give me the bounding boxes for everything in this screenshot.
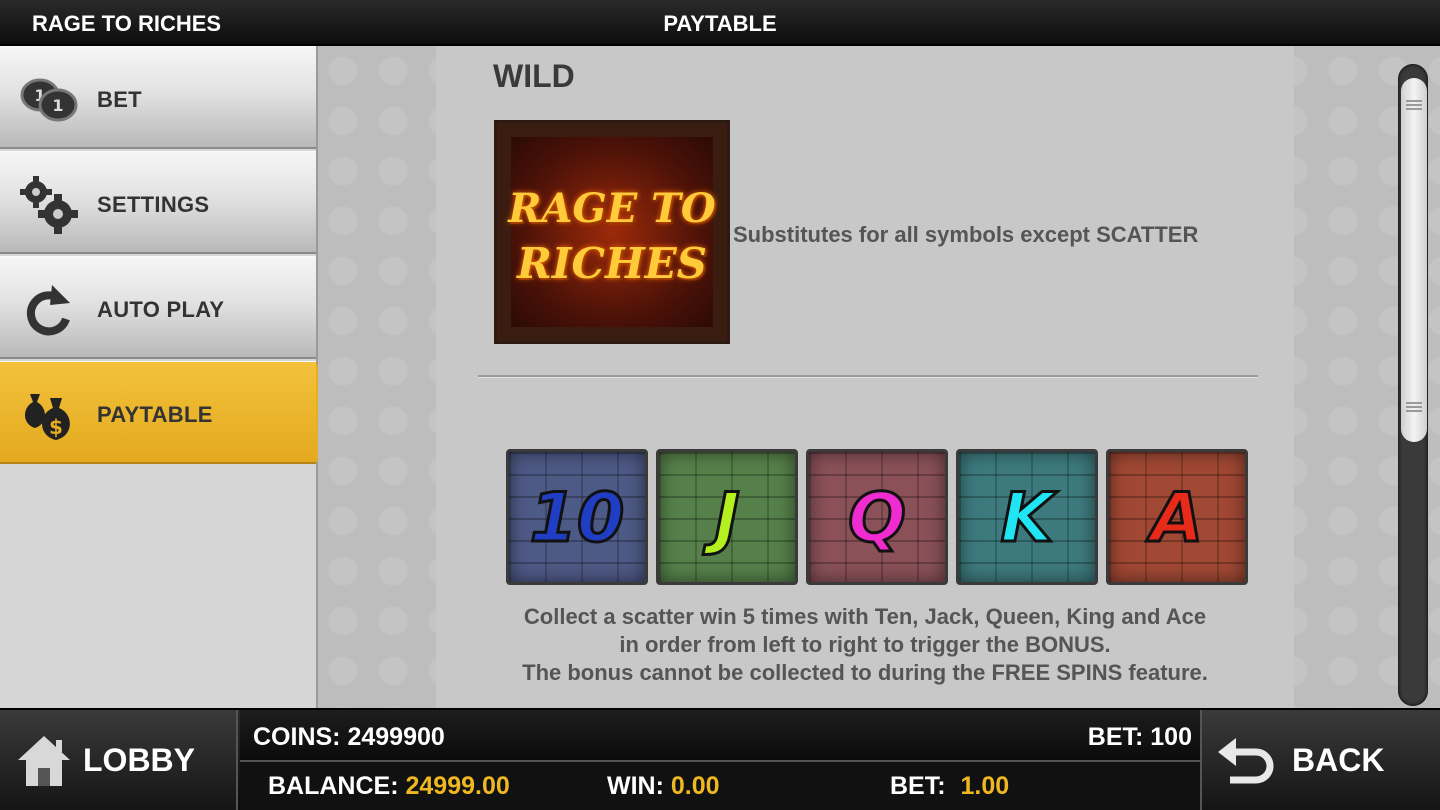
card-symbols-row: 10 J Q K A xyxy=(506,449,1256,585)
title-bar: RAGE TO RICHES PAYTABLE xyxy=(0,0,1440,46)
bet-value: 1.00 xyxy=(960,772,1010,800)
bonus-line-1: Collect a scatter win 5 times with Ten, … xyxy=(523,604,1207,629)
bonus-description: Collect a scatter win 5 times with Ten, … xyxy=(436,603,1294,687)
sidebar-item-label: PAYTABLE xyxy=(97,402,213,427)
home-icon xyxy=(18,736,70,786)
ten-symbol: 10 xyxy=(506,449,648,585)
balance-panel: COINS: 2499900 BET: 100 BALANCE: 24999.0… xyxy=(240,710,1200,810)
svg-text:1: 1 xyxy=(52,96,63,115)
lobby-label: LOBBY xyxy=(83,742,195,778)
paytable-content: WILD RAGE TO RICHES Substitutes for all … xyxy=(436,46,1294,708)
bet-coins-label: BET: xyxy=(1087,723,1144,751)
bonus-line-3: The bonus cannot be collected to during … xyxy=(522,660,1208,685)
back-arrow-icon xyxy=(1218,738,1274,784)
coins-label: COINS: xyxy=(253,723,341,751)
wild-title: WILD xyxy=(493,58,575,94)
sidebar-item-paytable[interactable]: $ PAYTABLE xyxy=(0,361,340,464)
bonus-line-2: in order from left to right to trigger t… xyxy=(619,632,1111,657)
coins-readout: COINS: 2499900 xyxy=(253,723,445,752)
jack-symbol: J xyxy=(656,449,798,585)
symbol-glyph: Q xyxy=(847,478,908,560)
wild-logo-line1: RAGE TO xyxy=(508,185,716,232)
symbol-glyph: 10 xyxy=(528,478,626,560)
sidebar-item-auto-play[interactable]: AUTO PLAY xyxy=(0,256,316,359)
queen-symbol: Q xyxy=(806,449,948,585)
sidebar-menu: 1 1 BET SETTINGS AUTO PLAY $ PAYTABLE xyxy=(0,46,340,708)
balance-label: BALANCE: xyxy=(268,772,399,800)
bottom-bar: LOBBY COINS: 2499900 BET: 100 BALANCE: 2… xyxy=(0,708,1440,810)
refresh-icon xyxy=(26,285,70,336)
coins-row: COINS: 2499900 BET: 100 xyxy=(240,710,1200,762)
back-label: BACK xyxy=(1292,742,1385,778)
balance-value: 24999.00 xyxy=(405,772,510,800)
sidebar-item-label: BET xyxy=(97,87,142,112)
wild-logo-line2: RICHES xyxy=(516,239,707,288)
money-bags-icon: $ xyxy=(24,394,70,440)
bet-readout: BET: 1.00 xyxy=(890,772,1009,801)
sidebar-item-label: AUTO PLAY xyxy=(97,297,225,322)
wild-symbol-image: RAGE TO RICHES xyxy=(494,120,730,344)
wild-description: Substitutes for all symbols except SCATT… xyxy=(733,222,1199,247)
coins-value: 2499900 xyxy=(347,723,445,751)
win-label: WIN: xyxy=(607,772,664,800)
gears-icon xyxy=(20,176,78,234)
grip-top-icon xyxy=(1406,100,1422,102)
symbol-glyph: A xyxy=(1149,478,1205,560)
page-title: PAYTABLE xyxy=(663,11,777,36)
grip-bottom-icon xyxy=(1406,402,1422,404)
sidebar-item-label: SETTINGS xyxy=(97,192,210,217)
ace-symbol: A xyxy=(1106,449,1248,585)
bet-coins-value: 100 xyxy=(1150,723,1192,751)
sidebar-item-settings[interactable]: SETTINGS xyxy=(0,151,316,254)
symbol-glyph: J xyxy=(713,478,741,560)
bet-label: BET: xyxy=(890,772,946,800)
win-readout: WIN: 0.00 xyxy=(607,772,720,801)
coins-icon: 1 1 xyxy=(20,78,78,122)
win-value: 0.00 xyxy=(670,772,720,800)
symbol-glyph: K xyxy=(999,478,1055,560)
lobby-button[interactable]: LOBBY xyxy=(0,710,238,810)
section-divider xyxy=(478,375,1258,378)
bet-coins-readout: BET: 100 xyxy=(1088,723,1192,752)
sidebar-item-bet[interactable]: 1 1 BET xyxy=(0,46,316,149)
svg-text:$: $ xyxy=(49,415,63,439)
back-button[interactable]: BACK xyxy=(1200,710,1440,810)
scrollbar-thumb[interactable] xyxy=(1401,78,1427,442)
balance-readout: BALANCE: 24999.00 xyxy=(268,772,510,801)
king-symbol: K xyxy=(956,449,1098,585)
